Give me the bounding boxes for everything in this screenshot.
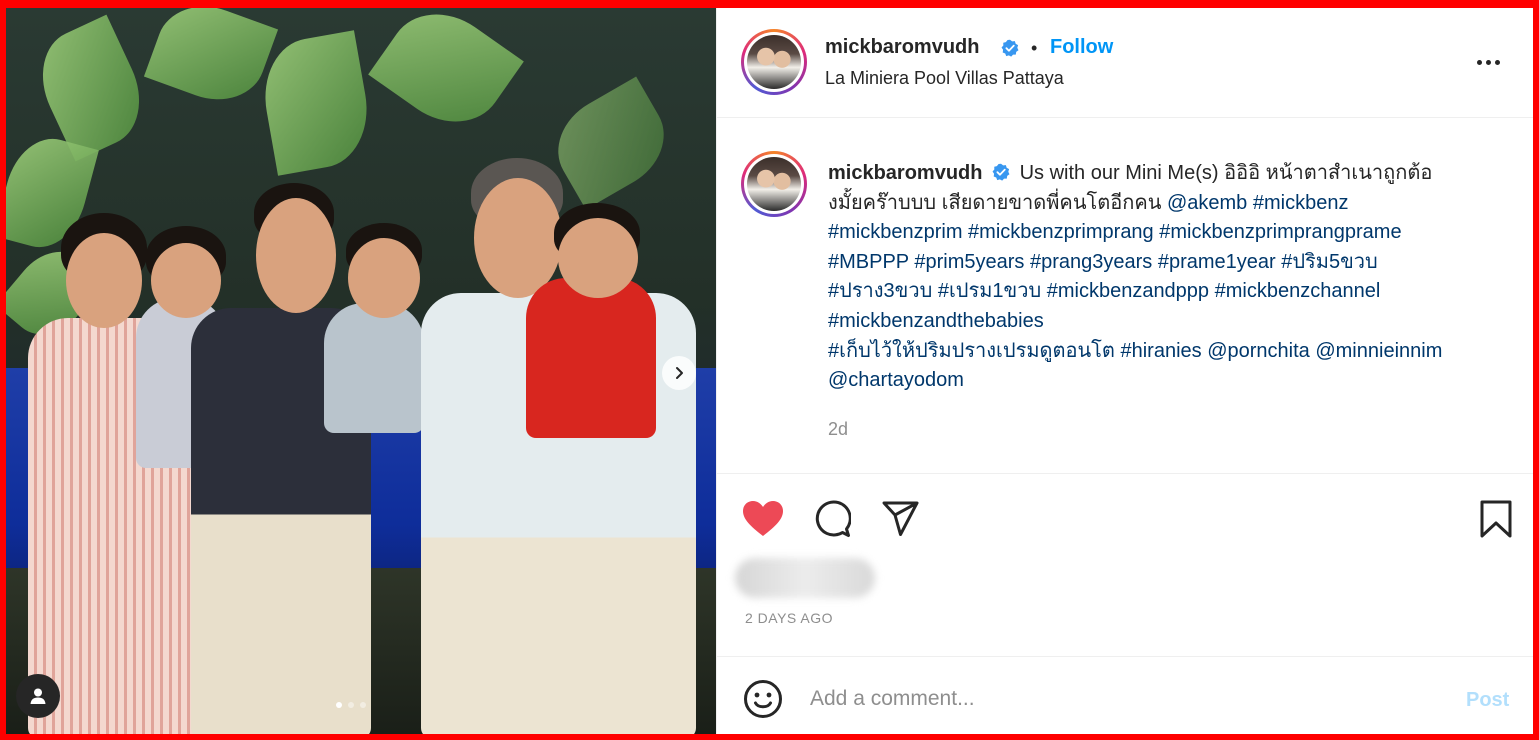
next-photo-button[interactable] [662,356,696,390]
comment-button[interactable] [810,497,854,541]
hashtag-link[interactable]: #prim5years [914,251,1024,273]
face [66,233,142,328]
face [348,238,420,318]
leaf [368,8,524,144]
avatar-image [747,157,801,211]
hashtag-link[interactable]: #prang3years [1030,251,1152,273]
hashtag-link[interactable]: #mickbenzandthebabies [828,310,1044,332]
face [256,198,336,313]
like-button[interactable] [741,497,785,541]
hashtag-link[interactable]: #mickbenz [1253,192,1349,214]
post-caption: mickbaromvudh Us with our Mini Me(s) อิอ… [828,159,1518,396]
hashtag-link[interactable]: #ปริม5ขวบ [1281,251,1377,273]
post-comment-button[interactable]: Post [1466,689,1509,712]
post-timestamp[interactable]: 2 DAYS AGO [745,610,833,626]
comment-input[interactable] [810,679,1430,719]
share-icon [882,501,919,536]
mention-link[interactable]: @minnieinnim [1315,340,1442,362]
post-header: mickbaromvudh • Follow La Miniera Pool V… [717,8,1533,118]
caption-text: งมั้ยคร๊าบบบ เสียดายขาดพี่คนโตอีกคน [828,191,1162,214]
hashtag-link[interactable]: #mickbenzprimprangprame [1159,221,1401,243]
hashtag-link[interactable]: #mickbenzandppp [1047,280,1209,302]
action-bar [717,475,1533,555]
hashtag-link[interactable]: #เก็บไว้ให้ปริมปรางเปรมดูตอนโต [828,340,1115,362]
hashtag-link[interactable]: #hiranies [1120,340,1201,362]
baby-3 [526,278,656,438]
user-tag-icon [30,688,46,704]
share-button[interactable] [879,497,923,541]
hashtag-link[interactable]: #mickbenzprim [828,221,962,243]
comments-section: mickbaromvudh Us with our Mini Me(s) อิอ… [717,119,1533,474]
verified-badge-icon [1001,39,1019,57]
carousel-dot [348,702,354,708]
emoji-icon[interactable] [743,679,783,719]
more-options-icon[interactable] [1477,52,1509,72]
hashtag-link[interactable]: #mickbenzchannel [1215,280,1381,302]
hashtag-link[interactable]: #MBPPP [828,251,909,273]
face [474,178,562,298]
caption-avatar[interactable] [741,151,807,217]
carousel-dot [336,702,342,708]
follow-button[interactable]: Follow [1050,36,1113,59]
location-link[interactable]: La Miniera Pool Villas Pattaya [825,68,1064,89]
avatar[interactable] [741,29,807,95]
face [558,218,638,298]
post-frame: mickbaromvudh • Follow La Miniera Pool V… [6,8,1533,734]
hashtag-link[interactable]: #prame1year [1158,251,1276,273]
post-details-panel: mickbaromvudh • Follow La Miniera Pool V… [716,8,1533,734]
separator-dot: • [1031,38,1038,58]
heart-icon [743,501,783,536]
hashtag-link[interactable]: #ปราง3ขวบ [828,280,932,302]
likes-count-blurred[interactable] [735,558,875,598]
leaf [143,8,279,115]
tagged-users-button[interactable] [16,674,60,718]
caption-username[interactable]: mickbaromvudh [828,162,982,184]
avatar-image [747,35,801,89]
verified-badge-icon [992,163,1010,181]
face [151,243,221,318]
carousel-indicator [336,702,366,708]
save-button[interactable] [1474,497,1518,541]
header-username[interactable]: mickbaromvudh [825,36,979,59]
chevron-right-icon [676,367,683,379]
hashtag-link[interactable]: #เปรม1ขวบ [938,280,1041,302]
mention-link[interactable]: @chartayodom [828,369,964,391]
caption-timestamp[interactable]: 2d [828,419,848,440]
post-photo[interactable] [6,8,716,734]
bookmark-icon [1480,500,1512,538]
caption-text: Us with our Mini Me(s) อิอิอิ หน้าตาสำเน… [1019,162,1433,184]
hashtag-link[interactable]: #mickbenzprimprang [968,221,1154,243]
carousel-dot [360,702,366,708]
comment-icon [815,500,851,537]
comment-composer: Post [717,656,1533,734]
mention-link[interactable]: @akemb [1167,192,1247,214]
mention-link[interactable]: @pornchita [1207,340,1310,362]
leaf [255,30,377,176]
baby-2 [324,303,424,433]
